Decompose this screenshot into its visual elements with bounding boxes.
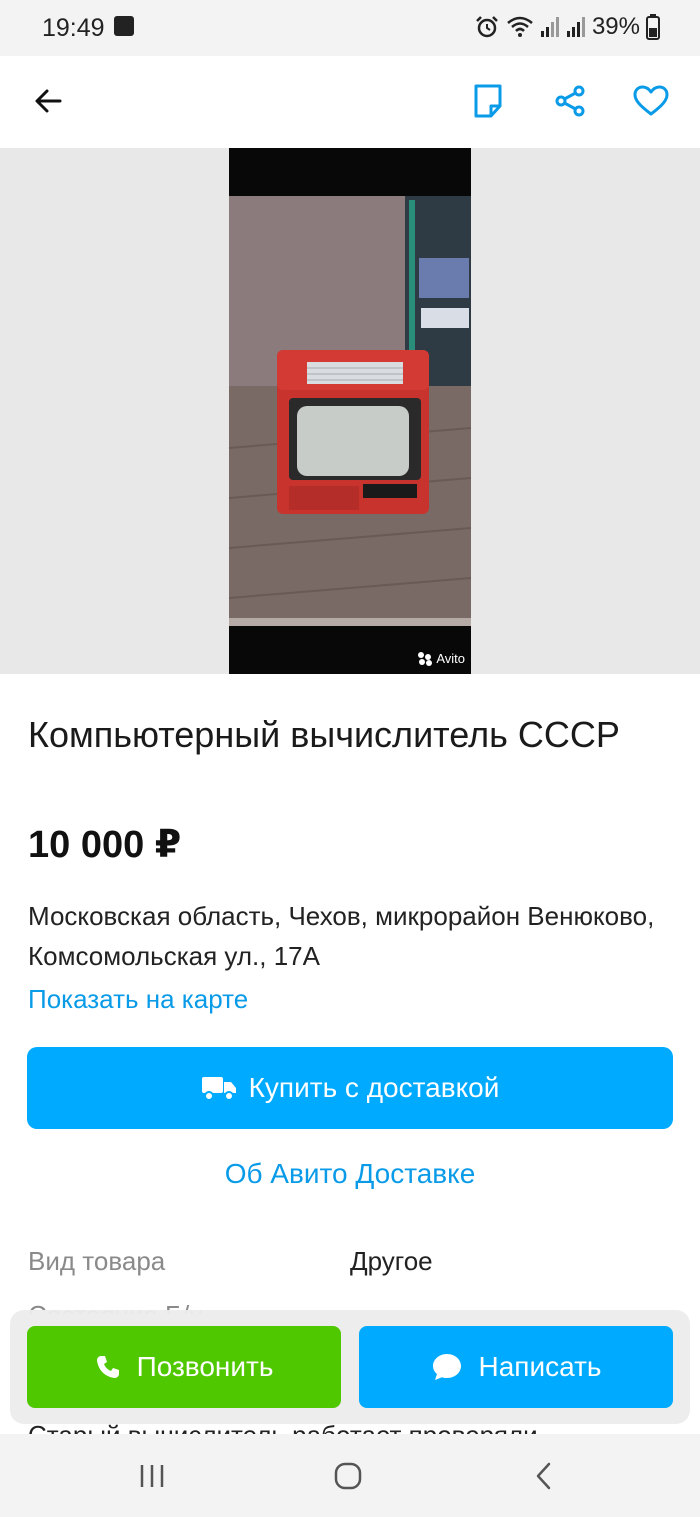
listing-address: Московская область, Чехов, микрорайон Ве… [28, 901, 655, 971]
chat-bubble-icon [432, 1354, 461, 1380]
app-bar [0, 56, 700, 148]
call-label: Позвонить [136, 1351, 274, 1382]
avito-logo-icon [418, 651, 433, 666]
show-on-map-link[interactable]: Показать на карте [28, 984, 248, 1015]
buy-with-delivery-button[interactable]: Купить с доставкой [27, 1047, 673, 1129]
signal-icon [540, 17, 559, 37]
back-icon [536, 1462, 551, 1490]
battery-percent: 39% [591, 13, 640, 40]
image-icon [114, 16, 134, 36]
call-button[interactable]: Позвонить [27, 1326, 341, 1408]
home-icon [334, 1462, 362, 1490]
signal-icon [566, 17, 585, 37]
avito-watermark: Avito [418, 651, 465, 666]
note-button[interactable] [465, 78, 511, 124]
note-icon [474, 84, 502, 118]
share-button[interactable] [547, 78, 593, 124]
truck-icon [201, 1077, 236, 1101]
about-avito-delivery-link[interactable]: Об Авито Доставке [0, 1158, 700, 1190]
status-icons: 39% [474, 12, 660, 42]
nav-back-button[interactable] [522, 1454, 566, 1498]
listing-price: 10 000 ₽ [28, 824, 182, 866]
back-button[interactable] [25, 78, 71, 124]
message-label: Написать [478, 1351, 602, 1382]
back-arrow-icon [35, 89, 62, 113]
phone-icon [96, 1356, 119, 1378]
recents-icon [140, 1465, 164, 1487]
buy-with-delivery-label: Купить с доставкой [248, 1072, 500, 1103]
status-bar: 19:49 39% [0, 0, 700, 56]
status-time: 19:49 [42, 14, 105, 42]
heart-icon [633, 85, 669, 116]
system-nav-bar [0, 1434, 700, 1517]
message-button[interactable]: Написать [359, 1326, 673, 1408]
wifi-icon [507, 16, 533, 37]
photo-gallery[interactable]: Avito [0, 148, 700, 674]
param-label-product-type: Вид товара [28, 1246, 166, 1276]
battery-icon [646, 14, 660, 40]
listing-photo[interactable]: Avito [229, 148, 471, 674]
listing-title: Компьютерный вычислитель СССР [28, 714, 620, 755]
favorite-button[interactable] [628, 78, 674, 124]
param-value-product-type: Другое [350, 1246, 433, 1276]
share-icon [555, 85, 585, 117]
alarm-icon [476, 16, 498, 38]
recents-button[interactable] [130, 1454, 174, 1498]
contact-action-panel: Позвонить Написать [10, 1310, 690, 1424]
home-button[interactable] [326, 1454, 370, 1498]
watermark-text: Avito [436, 651, 465, 666]
computer-photo-illustration [229, 148, 471, 674]
